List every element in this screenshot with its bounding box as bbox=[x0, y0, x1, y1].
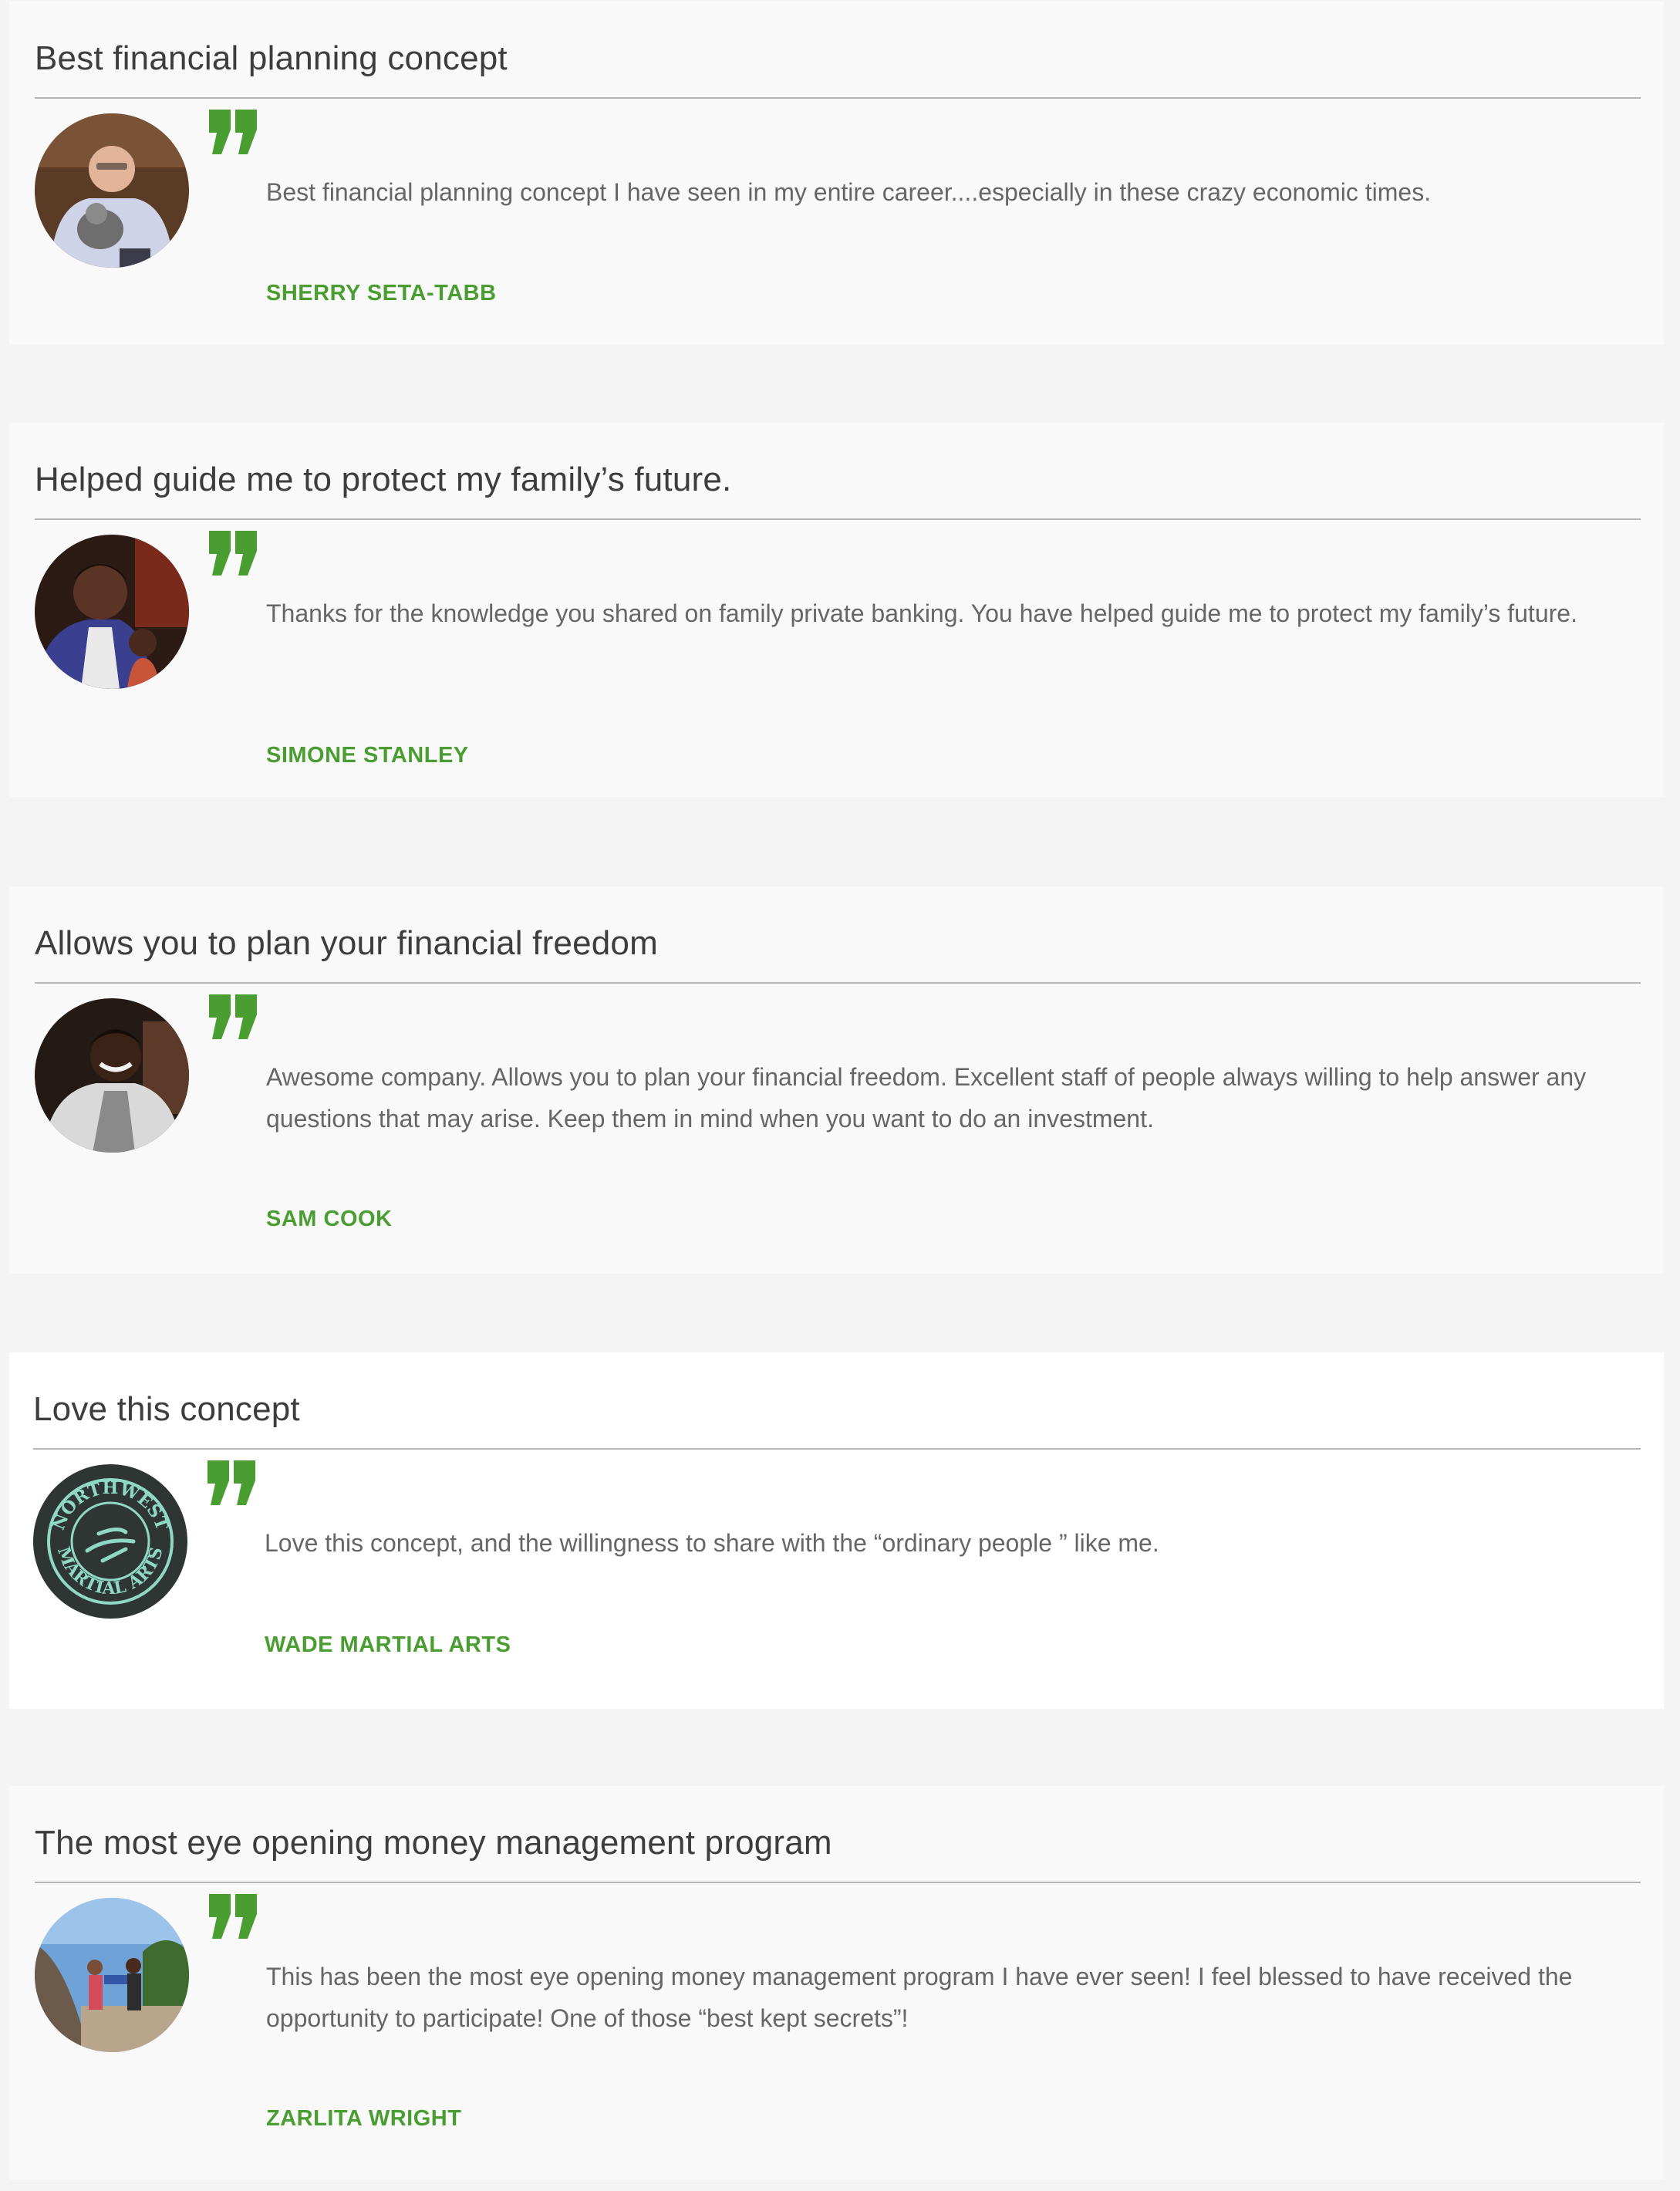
divider bbox=[35, 97, 1641, 99]
testimonial-card: Allows you to plan your financial freedo… bbox=[9, 886, 1664, 1274]
quote-icon bbox=[204, 1460, 258, 1505]
testimonial-text: Awesome company. Allows you to plan your… bbox=[266, 1063, 1587, 1133]
avatar: NORTHWEST MARTIAL ARTS bbox=[33, 1464, 187, 1619]
person-with-dog-photo-icon bbox=[35, 113, 189, 268]
outdoor-hikers-photo-icon bbox=[35, 1898, 189, 2052]
testimonial-title: Best financial planning concept bbox=[35, 39, 508, 77]
quote-icon bbox=[206, 110, 260, 154]
divider bbox=[35, 1882, 1641, 1883]
quote-icon bbox=[206, 531, 260, 576]
testimonial-author[interactable]: WADE MARTIAL ARTS bbox=[265, 1632, 511, 1658]
testimonial-card: The most eye opening money management pr… bbox=[9, 1786, 1664, 2179]
testimonial-card: Best financial planning concept Best fin… bbox=[9, 2, 1664, 345]
testimonial-author[interactable]: ZARLITA WRIGHT bbox=[266, 2106, 461, 2132]
testimonial-text: Thanks for the knowledge you shared on f… bbox=[266, 599, 1577, 627]
testimonial-author[interactable]: SIMONE STANLEY bbox=[266, 743, 469, 768]
testimonial-title: Love this concept bbox=[33, 1390, 300, 1428]
avatar bbox=[35, 1898, 189, 2052]
testimonial-text: Best financial planning concept I have s… bbox=[266, 178, 1432, 206]
smiling-man-photo-icon bbox=[35, 998, 189, 1153]
testimonial-title: The most eye opening money management pr… bbox=[35, 1824, 832, 1862]
divider bbox=[35, 518, 1641, 520]
martial-arts-logo-icon: NORTHWEST MARTIAL ARTS bbox=[33, 1464, 187, 1619]
quote-icon bbox=[206, 994, 260, 1039]
testimonial-title: Helped guide me to protect my family’s f… bbox=[35, 461, 732, 498]
avatar bbox=[35, 535, 189, 689]
quote-icon bbox=[206, 1894, 260, 1939]
testimonial-author[interactable]: SAM COOK bbox=[266, 1207, 393, 1232]
avatar bbox=[35, 113, 189, 268]
testimonial-card: Love this concept NORTHWEST MARTIAL ARTS… bbox=[9, 1352, 1664, 1709]
divider bbox=[35, 982, 1641, 984]
divider bbox=[33, 1448, 1641, 1450]
testimonial-card: Helped guide me to protect my family’s f… bbox=[9, 423, 1664, 797]
woman-and-child-photo-icon bbox=[35, 535, 189, 689]
testimonial-text: This has been the most eye opening money… bbox=[266, 1963, 1573, 2032]
testimonial-text: Love this concept, and the willingness t… bbox=[265, 1529, 1159, 1557]
testimonial-title: Allows you to plan your financial freedo… bbox=[35, 924, 658, 962]
avatar bbox=[35, 998, 189, 1153]
testimonial-author[interactable]: SHERRY SETA-TABB bbox=[266, 281, 497, 306]
